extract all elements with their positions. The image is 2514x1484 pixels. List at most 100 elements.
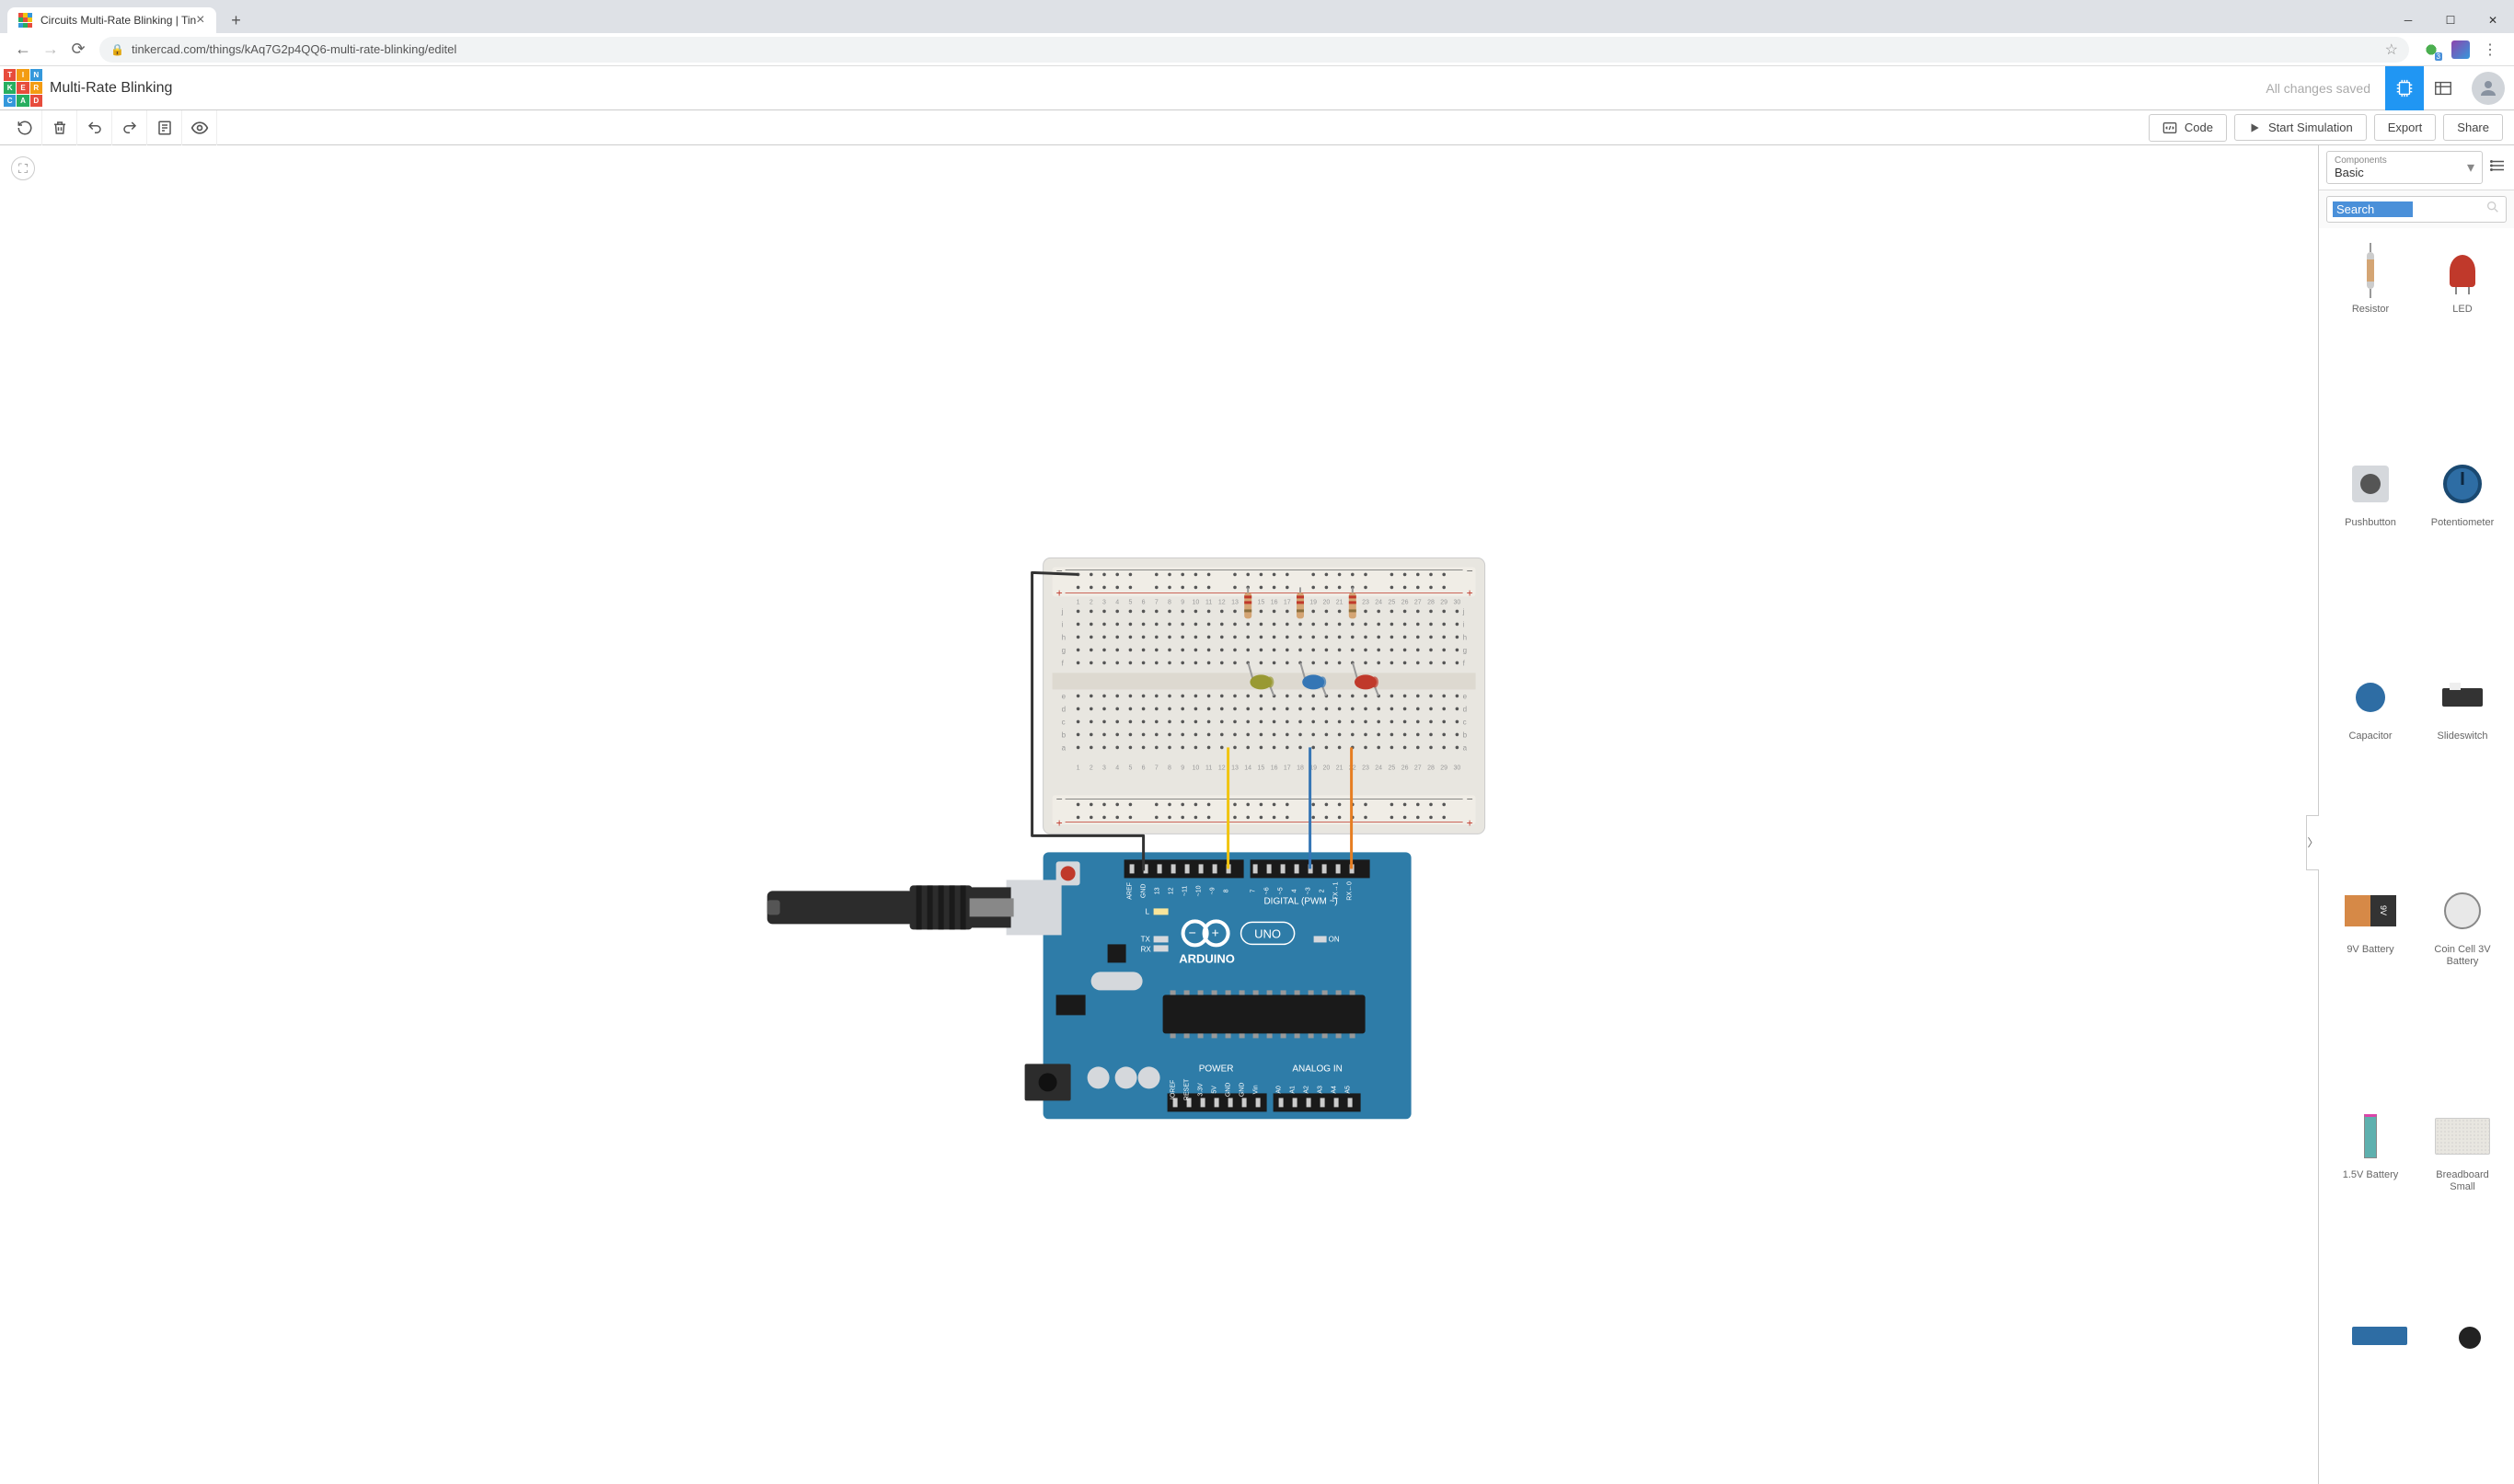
svg-text:+: + bbox=[1055, 586, 1062, 599]
component-coin-cell-3v-battery[interactable]: Coin Cell 3V Battery bbox=[2418, 876, 2507, 1098]
svg-text:2: 2 bbox=[1089, 599, 1092, 605]
category-selector[interactable]: Components Basic ▾ bbox=[2326, 151, 2483, 184]
svg-text:g: g bbox=[1462, 646, 1466, 654]
component-icon bbox=[2435, 243, 2490, 298]
component-9v-battery[interactable]: 9V9V Battery bbox=[2326, 876, 2415, 1098]
component-1.5v-battery[interactable]: 1.5V Battery bbox=[2326, 1101, 2415, 1323]
svg-text:AREF: AREF bbox=[1126, 882, 1133, 900]
project-title[interactable]: Multi-Rate Blinking bbox=[50, 80, 172, 97]
forward-button[interactable]: → bbox=[37, 36, 64, 63]
svg-text:−: − bbox=[1466, 564, 1472, 577]
close-tab-icon[interactable]: × bbox=[196, 12, 204, 29]
component-slideswitch[interactable]: Slideswitch bbox=[2418, 662, 2507, 872]
usb-cable[interactable] bbox=[767, 891, 914, 924]
svg-text:GND: GND bbox=[1239, 1082, 1245, 1097]
svg-text:L: L bbox=[1145, 907, 1149, 915]
extension-icon-2[interactable] bbox=[2451, 40, 2470, 59]
component-label: Slideswitch bbox=[2437, 730, 2487, 742]
svg-text:A0: A0 bbox=[1275, 1086, 1282, 1094]
svg-text:+: + bbox=[1211, 925, 1218, 939]
notes-button[interactable] bbox=[147, 110, 182, 145]
circuit-view-button[interactable] bbox=[2385, 66, 2424, 110]
svg-text:24: 24 bbox=[1375, 765, 1382, 771]
visibility-button[interactable] bbox=[182, 110, 217, 145]
tab-favicon-icon bbox=[18, 13, 33, 28]
component-led[interactable]: LED bbox=[2418, 236, 2507, 445]
search-box[interactable] bbox=[2326, 196, 2507, 223]
component-capacitor[interactable]: Capacitor bbox=[2326, 662, 2415, 872]
reload-button[interactable]: ⟳ bbox=[64, 36, 92, 63]
redo-button[interactable] bbox=[112, 110, 147, 145]
svg-text:16: 16 bbox=[1270, 765, 1277, 771]
svg-text:25: 25 bbox=[1388, 765, 1395, 771]
component-icon bbox=[2435, 1109, 2490, 1164]
component-label: Resistor bbox=[2352, 304, 2389, 316]
selector-value: Basic bbox=[2335, 166, 2474, 179]
menu-icon[interactable]: ⋮ bbox=[2481, 40, 2499, 59]
svg-text:20: 20 bbox=[1322, 599, 1330, 605]
code-icon bbox=[2162, 121, 2177, 135]
svg-text:4: 4 bbox=[1291, 889, 1297, 892]
browser-tab[interactable]: Circuits Multi-Rate Blinking | Tin × bbox=[7, 7, 216, 33]
component-breadboard-small[interactable]: Breadboard Small bbox=[2418, 1101, 2507, 1323]
share-button[interactable]: Share bbox=[2443, 114, 2503, 141]
svg-text:26: 26 bbox=[1401, 599, 1408, 605]
start-simulation-button[interactable]: Start Simulation bbox=[2234, 114, 2367, 141]
url-input[interactable]: 🔒 tinkercad.com/things/kAq7G2p4QQ6-multi… bbox=[99, 37, 2409, 63]
svg-text:h: h bbox=[1061, 633, 1065, 641]
circuit-diagram[interactable]: −+−+−+−+jjiihhggffeeddccbbaa112233445566… bbox=[767, 530, 1521, 1123]
code-button[interactable]: Code bbox=[2149, 114, 2227, 142]
schematic-view-button[interactable] bbox=[2424, 66, 2462, 110]
tab-title: Circuits Multi-Rate Blinking | Tin bbox=[40, 14, 196, 27]
svg-text:−: − bbox=[1466, 792, 1472, 805]
component-label: 9V Battery bbox=[2347, 944, 2393, 956]
svg-text:12: 12 bbox=[1217, 599, 1225, 605]
panel-collapse-button[interactable]: 〉 bbox=[2306, 815, 2319, 870]
svg-text:j: j bbox=[1461, 607, 1464, 615]
canvas[interactable]: ⛶ −+−+−+−+jjiihhggffeeddccbbaa1122334455… bbox=[0, 145, 2318, 1484]
svg-text:~6: ~6 bbox=[1263, 887, 1270, 894]
main-area: ⛶ −+−+−+−+jjiihhggffeeddccbbaa1122334455… bbox=[0, 145, 2514, 1484]
code-label: Code bbox=[2185, 121, 2213, 134]
svg-text:20: 20 bbox=[1322, 765, 1330, 771]
close-window-button[interactable]: ✕ bbox=[2472, 6, 2514, 35]
svg-text:e: e bbox=[1462, 692, 1467, 700]
svg-text:2: 2 bbox=[1319, 889, 1325, 892]
bookmark-icon[interactable]: ☆ bbox=[2385, 40, 2398, 59]
svg-text:17: 17 bbox=[1283, 599, 1290, 605]
component-icon bbox=[2343, 456, 2398, 512]
list-view-toggle[interactable] bbox=[2490, 157, 2507, 178]
tinkercad-logo-icon[interactable]: TINKERCAD bbox=[4, 69, 42, 108]
export-label: Export bbox=[2388, 121, 2423, 134]
svg-text:UNO: UNO bbox=[1254, 926, 1281, 940]
fit-view-button[interactable]: ⛶ bbox=[11, 156, 35, 180]
delete-button[interactable] bbox=[42, 110, 77, 145]
component-pushbutton[interactable]: Pushbutton bbox=[2326, 449, 2415, 659]
save-status: All changes saved bbox=[2266, 81, 2370, 96]
svg-text:7: 7 bbox=[1250, 889, 1256, 892]
user-avatar[interactable] bbox=[2472, 72, 2505, 105]
undo-button[interactable] bbox=[77, 110, 112, 145]
maximize-button[interactable]: ☐ bbox=[2429, 6, 2472, 35]
svg-text:GND: GND bbox=[1140, 883, 1147, 898]
address-bar: ← → ⟳ 🔒 tinkercad.com/things/kAq7G2p4QQ6… bbox=[0, 33, 2514, 66]
component-potentiometer[interactable]: Potentiometer bbox=[2418, 449, 2507, 659]
extension-icon-1[interactable]: 3 bbox=[2422, 40, 2440, 59]
rotate-button[interactable] bbox=[7, 110, 42, 145]
component-resistor[interactable]: Resistor bbox=[2326, 236, 2415, 445]
component-label: LED bbox=[2452, 304, 2472, 316]
component-icon bbox=[2343, 1109, 2398, 1164]
svg-text:6: 6 bbox=[1141, 599, 1145, 605]
lock-icon: 🔒 bbox=[110, 43, 124, 56]
component-icon bbox=[2435, 456, 2490, 512]
search-input[interactable] bbox=[2333, 201, 2413, 217]
back-button[interactable]: ← bbox=[9, 36, 37, 63]
svg-text:DIGITAL (PWM ~): DIGITAL (PWM ~) bbox=[1263, 896, 1337, 906]
component-label: 1.5V Battery bbox=[2343, 1169, 2399, 1181]
svg-text:+: + bbox=[1466, 586, 1472, 599]
new-tab-button[interactable]: + bbox=[225, 11, 248, 30]
export-button[interactable]: Export bbox=[2374, 114, 2437, 141]
minimize-button[interactable]: ─ bbox=[2387, 6, 2429, 35]
component-label: Potentiometer bbox=[2431, 517, 2494, 529]
component-icon bbox=[2435, 670, 2490, 725]
